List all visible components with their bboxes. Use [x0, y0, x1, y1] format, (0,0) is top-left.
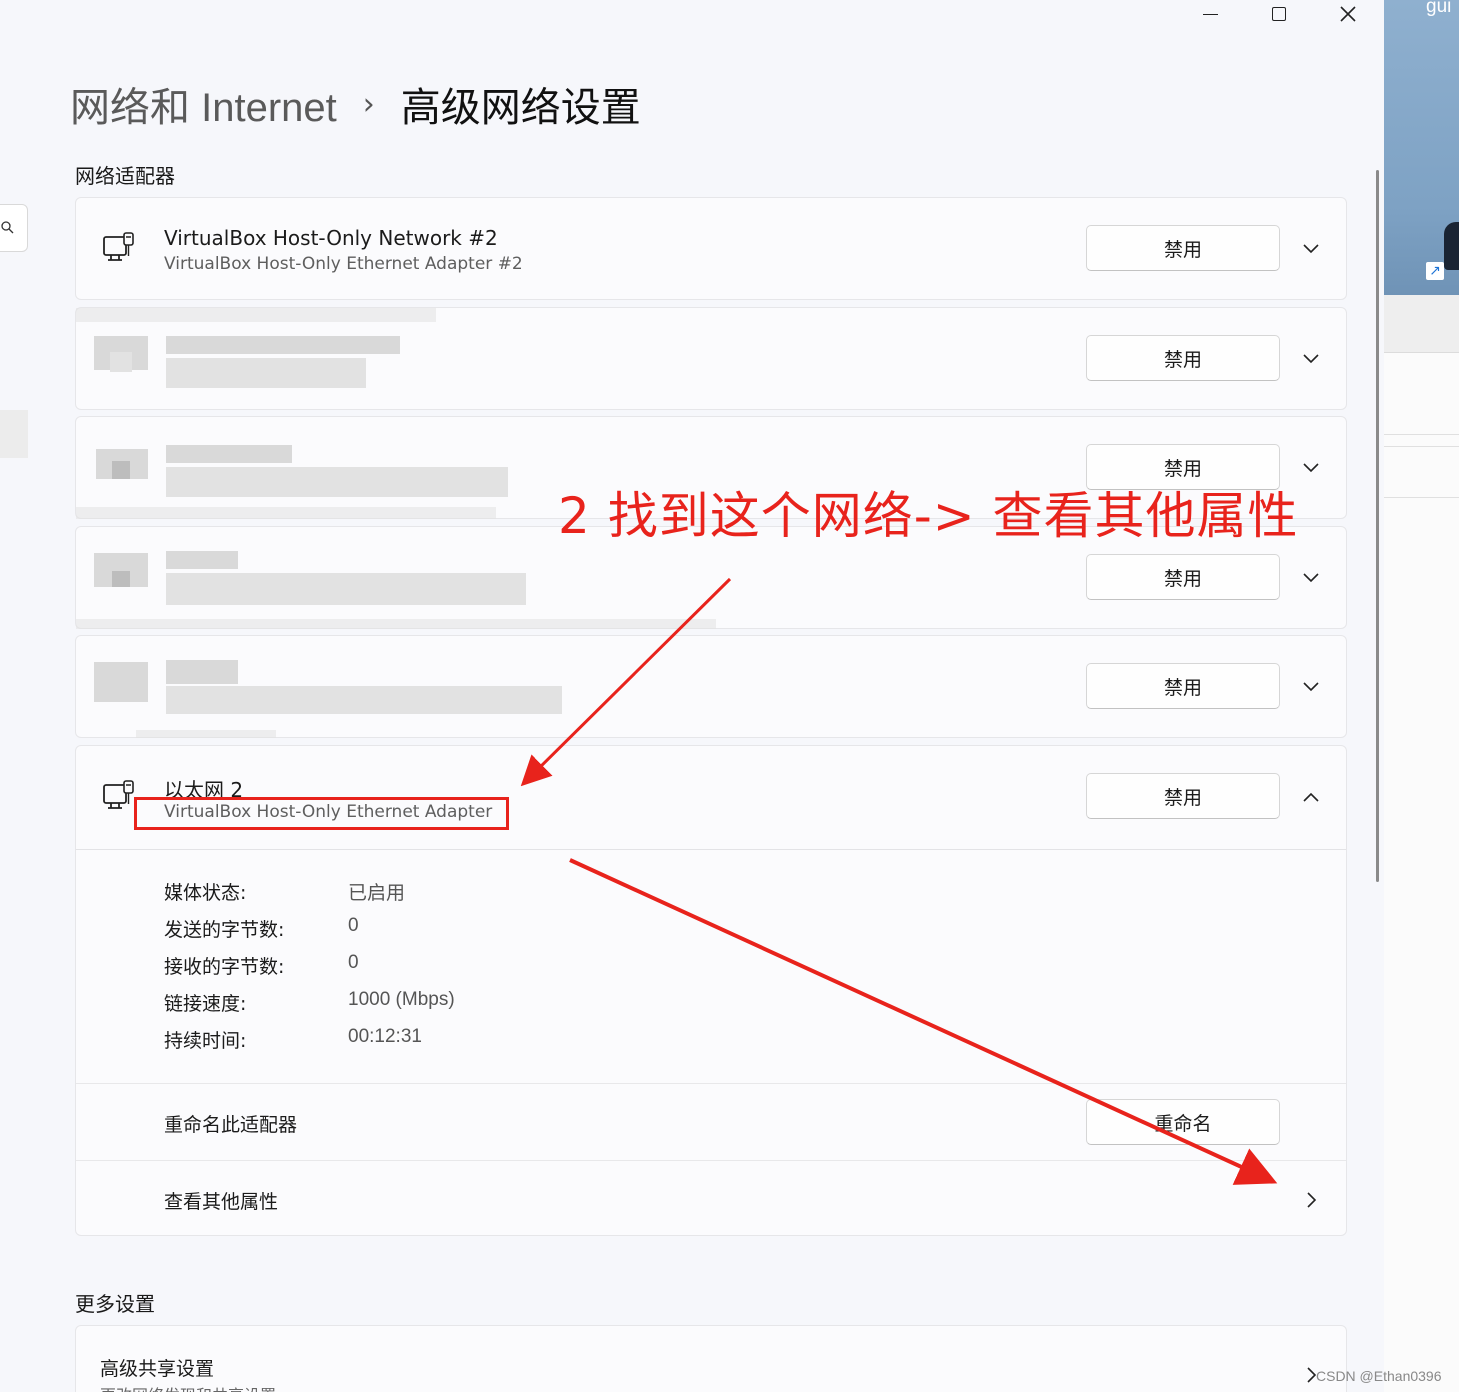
desktop-background: gui ↗: [1384, 0, 1459, 1392]
disable-adapter-button[interactable]: 禁用: [1086, 335, 1280, 381]
advanced-sharing-title: 高级共享设置: [100, 1358, 215, 1380]
obscured-region: [76, 507, 496, 519]
obscured-region: [76, 308, 436, 322]
minimize-button[interactable]: [1176, 0, 1244, 28]
scrollbar-thumb[interactable]: [1376, 170, 1379, 882]
obscured-adapter-description: [166, 573, 526, 605]
adapter-header[interactable]: 禁用: [76, 636, 1346, 738]
adapter-card: 禁用: [75, 635, 1347, 738]
adapter-card: VirtualBox Host-Only Network #2 VirtualB…: [75, 197, 1347, 300]
obscured-adapter-name: [166, 660, 238, 684]
detail-value: 1000 (Mbps): [348, 989, 455, 1010]
desktop-icon-label: gui: [1426, 0, 1452, 17]
adapters-section-title: 网络适配器: [75, 164, 175, 188]
more-settings-section-title: 更多设置: [75, 1292, 155, 1316]
obscured-region: [110, 352, 132, 372]
obscured-adapter-description: [166, 467, 508, 497]
rename-adapter-row: 重命名此适配器 重命名: [76, 1083, 1346, 1160]
obscured-adapter-description: [166, 358, 366, 388]
minimize-icon: [1202, 13, 1218, 15]
detail-value: 00:12:31: [348, 1026, 422, 1047]
chevron-down-icon: [1303, 682, 1319, 692]
detail-value: 0: [348, 952, 359, 973]
annotation-highlight-box: [134, 797, 509, 830]
adapter-name: VirtualBox Host-Only Network #2: [164, 226, 498, 250]
view-properties-label: 查看其他属性: [164, 1191, 279, 1213]
rename-adapter-label: 重命名此适配器: [164, 1114, 298, 1136]
detail-label: 链接速度:: [164, 993, 247, 1015]
detail-label: 持续时间:: [164, 1030, 247, 1052]
detail-value: 已启用: [348, 883, 406, 904]
chevron-down-icon: [1303, 463, 1319, 473]
annotation-text: 2 找到这个网络-> 查看其他属性: [558, 487, 1299, 545]
obscured-region: [76, 619, 716, 629]
detail-label: 发送的字节数:: [164, 919, 285, 941]
chevron-right-icon: [1307, 1192, 1317, 1208]
chevron-down-icon: [1303, 244, 1319, 254]
detail-label: 接收的字节数:: [164, 956, 285, 978]
expand-button[interactable]: [1298, 455, 1324, 481]
view-properties-chevron[interactable]: [1298, 1187, 1324, 1213]
adapter-header[interactable]: VirtualBox Host-Only Network #2 VirtualB…: [76, 198, 1346, 300]
background-window-divider: [1384, 446, 1459, 447]
maximize-button[interactable]: [1245, 0, 1313, 28]
adapter-description: VirtualBox Host-Only Ethernet Adapter #2: [164, 254, 523, 274]
expand-button[interactable]: [1298, 236, 1324, 262]
watermark: CSDN @Ethan0396: [1316, 1368, 1442, 1384]
maximize-icon: [1272, 7, 1286, 21]
close-icon: [1340, 6, 1356, 22]
background-window-divider: [1384, 497, 1459, 498]
view-properties-row[interactable]: 查看其他属性: [76, 1160, 1346, 1237]
obscured-adapter-name: [166, 336, 400, 354]
sidebar-search-box[interactable]: [0, 204, 28, 252]
detail-value: 0: [348, 915, 359, 936]
expand-button[interactable]: [1298, 565, 1324, 591]
disable-adapter-button[interactable]: 禁用: [1086, 773, 1280, 819]
obscured-adapter-icon: [94, 662, 148, 702]
obscured-region: [112, 461, 130, 479]
advanced-sharing-subtitle: 更改网络发现和共享设置: [100, 1382, 276, 1392]
sidebar-item[interactable]: [0, 410, 28, 458]
obscured-adapter-name: [166, 445, 292, 463]
close-button[interactable]: [1314, 0, 1382, 28]
advanced-sharing-card[interactable]: 高级共享设置 更改网络发现和共享设置: [75, 1325, 1347, 1392]
chevron-down-icon: [1303, 354, 1319, 364]
obscured-region: [112, 571, 130, 587]
obscured-adapter-name: [166, 551, 238, 569]
rename-button[interactable]: 重命名: [1086, 1099, 1280, 1145]
disable-adapter-button[interactable]: 禁用: [1086, 554, 1280, 600]
expand-button[interactable]: [1298, 674, 1324, 700]
breadcrumb-separator: ›: [362, 86, 375, 122]
adapter-card: 禁用: [75, 307, 1347, 410]
adapter-details: 媒体状态: 已启用 发送的字节数: 0 接收的字节数: 0 链接速度: 1000…: [76, 849, 1346, 1083]
page-title: 高级网络设置: [400, 86, 641, 130]
chevron-up-icon: [1303, 792, 1319, 802]
background-window-panel: [1384, 295, 1459, 353]
disable-adapter-button[interactable]: 禁用: [1086, 225, 1280, 271]
breadcrumb-parent-link[interactable]: 网络和 Internet: [70, 75, 337, 133]
shortcut-arrow-icon[interactable]: ↗: [1426, 262, 1444, 280]
chevron-down-icon: [1303, 573, 1319, 583]
adapter-header[interactable]: 禁用: [76, 308, 1346, 410]
obscured-adapter-description: [166, 686, 562, 714]
disable-adapter-button[interactable]: 禁用: [1086, 663, 1280, 709]
search-icon: [1, 221, 14, 234]
background-window-divider: [1384, 434, 1459, 435]
detail-label: 媒体状态:: [164, 882, 247, 904]
settings-window: 网络和 Internet › 高级网络设置 网络适配器 VirtualBox H…: [0, 0, 1384, 1392]
expand-button[interactable]: [1298, 346, 1324, 372]
desktop-icon-image: [1444, 222, 1459, 270]
collapse-button[interactable]: [1298, 784, 1324, 810]
network-adapter-icon: [103, 232, 134, 261]
breadcrumb: 网络和 Internet › 高级网络设置: [70, 76, 641, 132]
obscured-region: [136, 730, 276, 738]
network-adapter-icon: [103, 780, 134, 809]
